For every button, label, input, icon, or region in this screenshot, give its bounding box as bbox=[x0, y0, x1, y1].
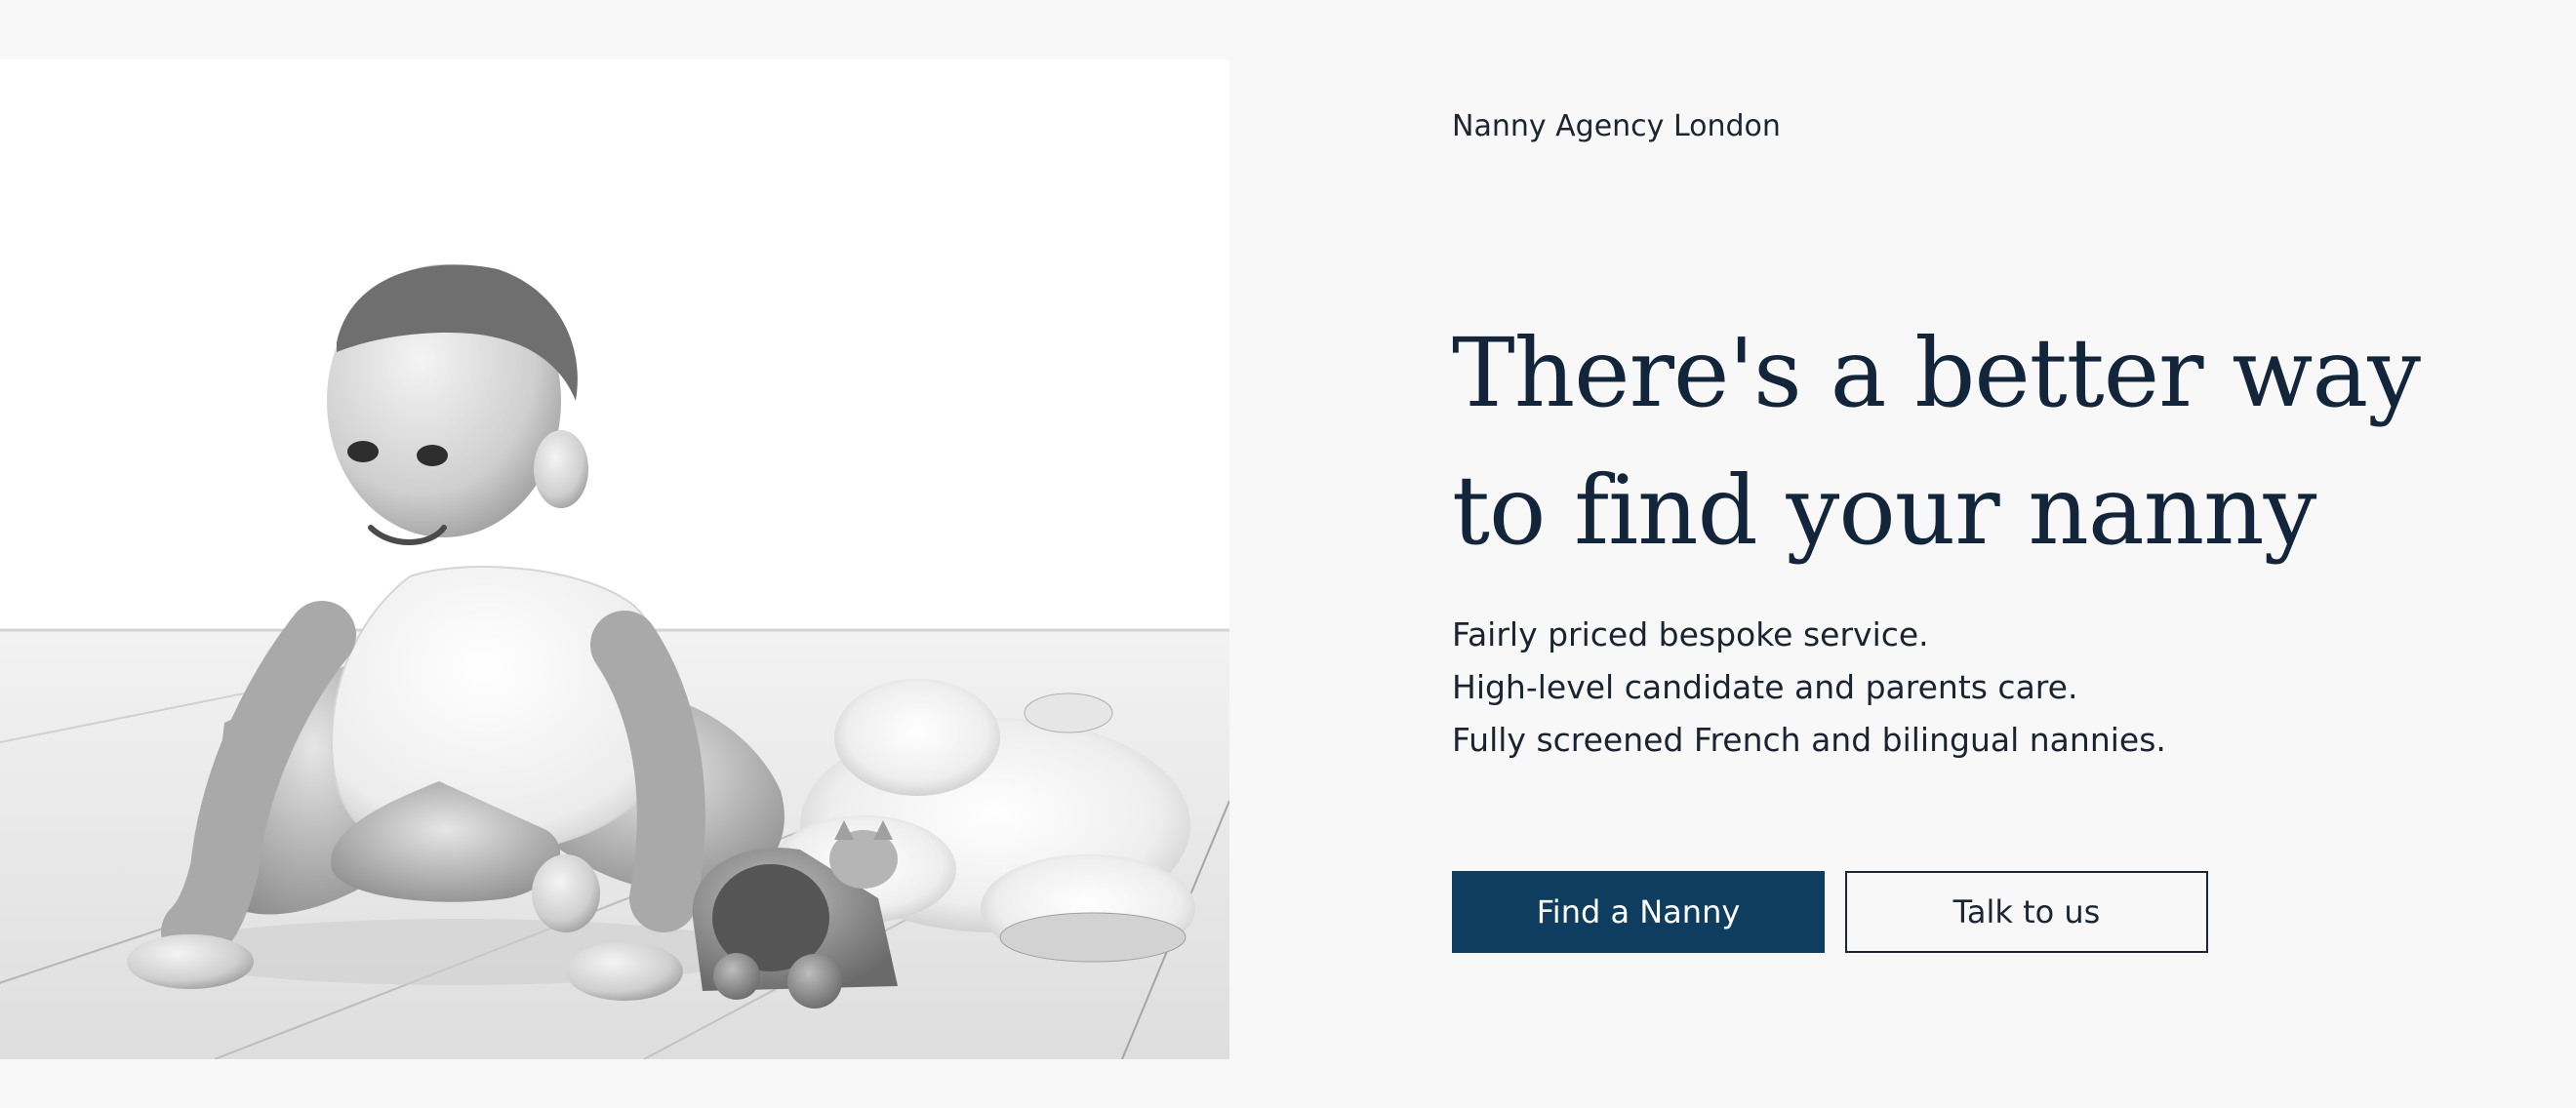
hero-content: Nanny Agency London There's a better way… bbox=[1452, 0, 2525, 1108]
find-a-nanny-button[interactable]: Find a Nanny bbox=[1452, 871, 1825, 953]
feature-item: Fully screened French and bilingual nann… bbox=[1452, 721, 2166, 759]
feature-item: Fairly priced bespoke service. bbox=[1452, 615, 1929, 653]
talk-to-us-button[interactable]: Talk to us bbox=[1845, 871, 2208, 953]
headline-line-2: to find your nanny bbox=[1452, 455, 2316, 566]
hero-photo bbox=[0, 59, 1229, 1059]
feature-list: Fairly priced bespoke service. High-leve… bbox=[1452, 609, 2166, 767]
headline-line-1: There's a better way bbox=[1452, 318, 2421, 428]
baby-with-toys-illustration bbox=[0, 59, 1229, 1059]
brand-name[interactable]: Nanny Agency London bbox=[1452, 109, 1781, 143]
feature-item: High-level candidate and parents care. bbox=[1452, 668, 2078, 706]
hero-headline: There's a better way to find your nanny bbox=[1452, 304, 2421, 579]
